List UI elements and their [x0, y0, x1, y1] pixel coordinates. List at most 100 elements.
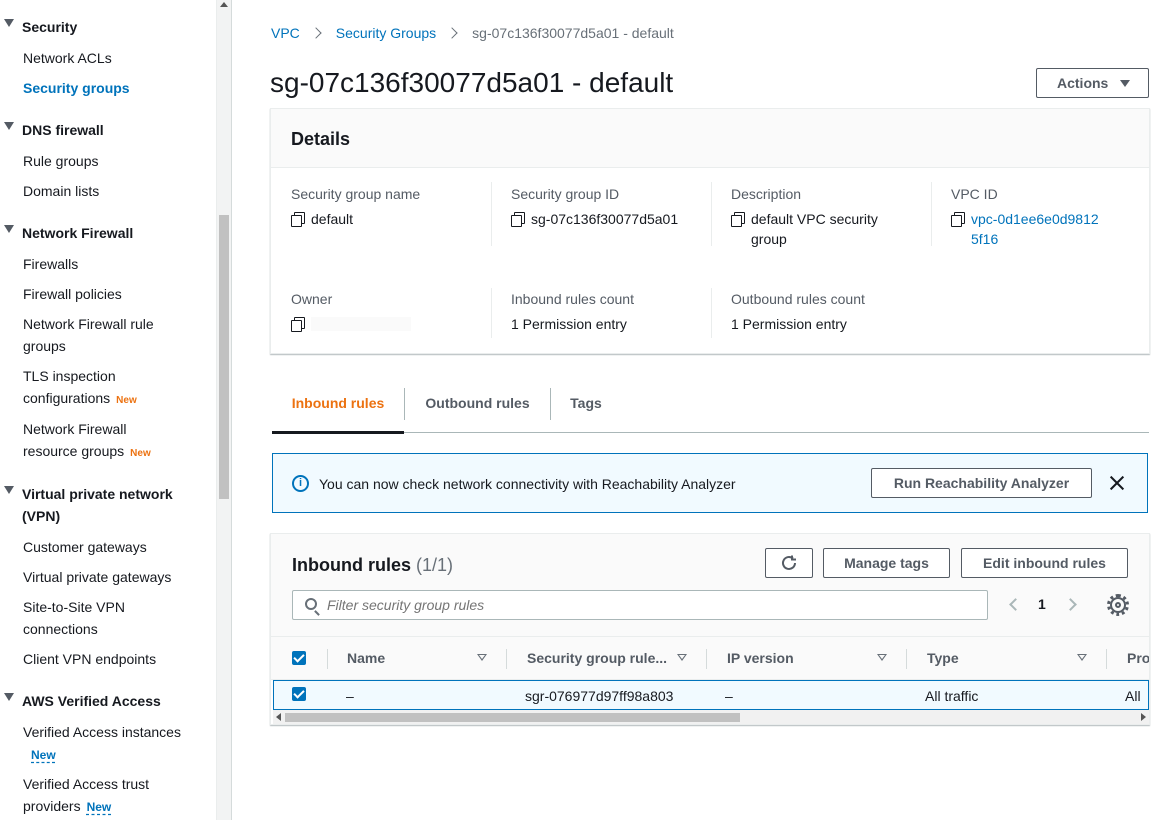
breadcrumb-security-groups[interactable]: Security Groups	[336, 24, 436, 42]
column-divider	[491, 288, 492, 338]
field-security-group-id: Security group ID sg-07c136f30077d5a01	[511, 184, 711, 229]
column-header-type[interactable]: Type	[927, 637, 1097, 680]
tab-tags[interactable]: Tags	[551, 386, 621, 432]
redacted-owner-value	[311, 317, 411, 331]
navigation-sidebar: Security Network ACLs Security groups DN…	[0, 0, 216, 820]
chevron-left-icon[interactable]	[1009, 598, 1022, 611]
run-reachability-analyzer-button[interactable]: Run Reachability Analyzer	[871, 468, 1092, 498]
field-outbound-rules-count: Outbound rules count 1 Permission entry	[731, 289, 931, 334]
sidebar-item-network-firewall-rule-groups[interactable]: Network Firewall rule groups	[23, 313, 173, 357]
field-owner: Owner	[291, 289, 481, 332]
copy-icon[interactable]	[291, 317, 305, 332]
sidebar-item-rule-groups[interactable]: Rule groups	[23, 150, 203, 172]
cell-ip-version: –	[725, 688, 733, 704]
column-header-ip-version[interactable]: IP version	[727, 637, 897, 680]
breadcrumb: VPC Security Groups sg-07c136f30077d5a01…	[271, 24, 674, 42]
caret-down-icon	[4, 122, 14, 130]
cell-type: All traffic	[925, 688, 979, 704]
field-label: VPC ID	[951, 186, 998, 202]
sidebar-item-verified-access-instances[interactable]: Verified Access instances New	[23, 721, 193, 766]
rules-table: Name Security group rule... IP version T…	[271, 636, 1149, 724]
tab-outbound-rules[interactable]: Outbound rules	[405, 386, 550, 432]
field-label: Security group ID	[511, 186, 620, 202]
actions-button[interactable]: Actions	[1036, 68, 1149, 98]
table-row[interactable]: – sgr-076977d97ff98a803 – All traffic Al…	[273, 680, 1149, 710]
field-label: Owner	[291, 291, 333, 307]
manage-tags-button[interactable]: Manage tags	[823, 548, 950, 578]
sidebar-item-tls-inspection[interactable]: TLS inspection configurations New	[23, 365, 173, 412]
sidebar-item-network-firewall-resource-groups[interactable]: Network Firewall resource groups New	[23, 418, 173, 465]
alert-text: You can now check network connectivity w…	[319, 476, 736, 492]
filter-search-box[interactable]	[292, 590, 988, 620]
sidebar-item-security-groups[interactable]: Security groups	[23, 77, 203, 99]
sidebar-item-label: TLS inspection configurations	[23, 368, 116, 406]
column-header-rule-id[interactable]: Security group rule...	[527, 637, 697, 680]
sidebar-item-site-to-site-vpn[interactable]: Site-to-Site VPN connections	[23, 596, 153, 640]
copy-icon[interactable]	[731, 212, 745, 227]
gear-icon[interactable]	[1107, 594, 1129, 616]
page-number[interactable]: 1	[1038, 596, 1046, 612]
page-title: sg-07c136f30077d5a01 - default	[270, 67, 674, 98]
field-value: sg-07c136f30077d5a01	[531, 211, 679, 227]
scroll-right-arrow-icon[interactable]	[1141, 713, 1146, 721]
sort-icon	[877, 654, 887, 661]
column-divider	[711, 182, 712, 246]
scroll-left-arrow-icon[interactable]	[276, 713, 281, 721]
vpc-id-link[interactable]: vpc-0d1ee6e0d98125f16	[971, 209, 1101, 249]
close-icon[interactable]	[1107, 473, 1127, 493]
details-title: Details	[291, 129, 351, 149]
sort-icon	[1077, 654, 1087, 661]
details-panel: Details Security group name default Secu…	[270, 108, 1150, 354]
chevron-right-icon[interactable]	[1064, 598, 1077, 611]
tab-list: Inbound rules Outbound rules Tags	[272, 386, 1149, 434]
caret-down-icon	[4, 486, 14, 494]
filter-search-input[interactable]	[327, 597, 967, 613]
breadcrumb-vpc[interactable]: VPC	[271, 24, 300, 42]
sidebar-item-network-acls[interactable]: Network ACLs	[23, 47, 203, 69]
sidebar-item-firewalls[interactable]: Firewalls	[23, 253, 203, 275]
refresh-button[interactable]	[765, 548, 813, 578]
sidebar-item-client-vpn-endpoints[interactable]: Client VPN endpoints	[23, 648, 203, 670]
copy-icon[interactable]	[511, 212, 525, 227]
cell-name: –	[346, 688, 354, 704]
new-badge: New	[86, 800, 112, 814]
caret-down-icon	[4, 225, 14, 233]
column-divider	[1106, 649, 1107, 669]
field-label: Inbound rules count	[511, 291, 634, 307]
column-divider	[931, 182, 932, 246]
details-header: Details	[271, 109, 1149, 168]
sidebar-item-customer-gateways[interactable]: Customer gateways	[23, 536, 203, 558]
copy-icon[interactable]	[291, 212, 305, 227]
sort-icon	[477, 654, 487, 661]
sidebar-item-virtual-private-gateways[interactable]: Virtual private gateways	[23, 566, 203, 588]
field-inbound-rules-count: Inbound rules count 1 Permission entry	[511, 289, 711, 334]
tab-inbound-rules[interactable]: Inbound rules	[272, 386, 404, 434]
table-horizontal-scrollbar[interactable]	[273, 710, 1149, 724]
sidebar-scrollbar-thumb[interactable]	[219, 215, 229, 499]
sidebar-item-domain-lists[interactable]: Domain lists	[23, 180, 203, 202]
rules-title: Inbound rules (1/1)	[292, 554, 453, 576]
scroll-up-arrow-icon[interactable]	[220, 2, 228, 7]
edit-inbound-rules-button[interactable]: Edit inbound rules	[961, 548, 1128, 578]
column-divider	[906, 649, 907, 669]
chevron-right-icon	[310, 27, 322, 39]
cell-protocol: All	[1125, 688, 1141, 704]
select-all-checkbox[interactable]	[292, 651, 306, 665]
column-header-label: Type	[927, 650, 959, 666]
new-badge: New	[116, 395, 137, 406]
caret-down-icon	[1120, 80, 1130, 87]
field-description: Description default VPC security group	[731, 184, 901, 249]
copy-icon[interactable]	[951, 212, 965, 227]
column-header-protocol[interactable]: Pro	[1127, 637, 1149, 680]
rules-count: (1/1)	[416, 555, 454, 575]
column-header-name[interactable]: Name	[347, 637, 497, 680]
row-checkbox[interactable]	[292, 687, 306, 701]
sidebar-item-firewall-policies[interactable]: Firewall policies	[23, 283, 203, 305]
scrollbar-thumb[interactable]	[285, 713, 740, 722]
chevron-right-icon	[446, 27, 458, 39]
field-label: Description	[731, 186, 802, 202]
table-header: Name Security group rule... IP version T…	[271, 636, 1149, 680]
field-value: default VPC security group	[751, 211, 878, 247]
sidebar-item-verified-access-trust-providers[interactable]: Verified Access trust providers New	[23, 773, 173, 818]
column-header-label: IP version	[727, 650, 794, 666]
